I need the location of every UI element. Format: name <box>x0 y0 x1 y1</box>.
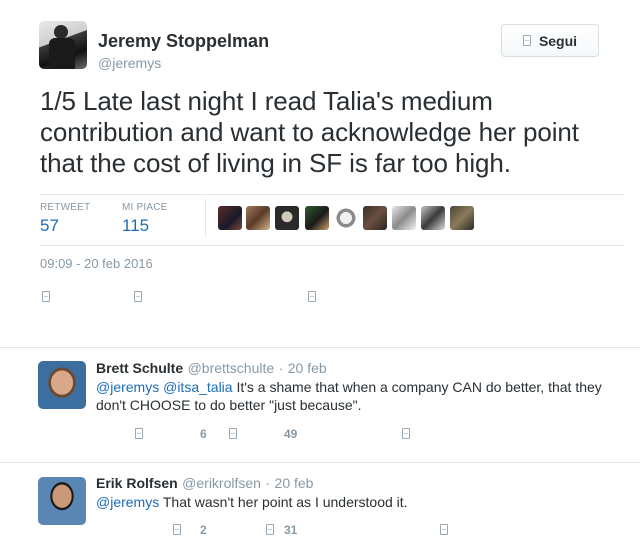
reply-text: That wasn't her point as I understood it… <box>162 494 408 510</box>
reply-dot: · <box>265 475 271 491</box>
reply-author-handle[interactable]: @brettschulte <box>188 360 275 376</box>
reply-header: Erik Rolfsen @erikrolfsen · 20 feb <box>96 475 313 493</box>
like-icon[interactable] <box>402 428 411 439</box>
retweet-stat-label: RETWEET <box>40 202 91 213</box>
liker-avatar-icon[interactable] <box>450 206 474 230</box>
follow-button[interactable]: Segui <box>501 24 599 57</box>
retweet-icon[interactable] <box>228 428 237 439</box>
liker-avatar-icon[interactable] <box>305 206 329 230</box>
tweet-text: 1/5 Late last night I read Talia's mediu… <box>40 86 579 178</box>
reply-separator <box>0 347 640 348</box>
likes-stat-label: MI PIACE <box>122 202 168 213</box>
reply-date[interactable]: 20 feb <box>288 360 327 376</box>
reply-icon[interactable] <box>172 524 181 535</box>
avatar-figure-head <box>54 25 68 39</box>
reply-author-handle[interactable]: @erikrolfsen <box>182 475 261 491</box>
like-count: 49 <box>284 427 298 441</box>
likes-stat-count[interactable]: 115 <box>122 216 149 236</box>
retweet-icon[interactable] <box>134 291 143 302</box>
liker-avatar-icon[interactable] <box>218 206 242 230</box>
reply-icon[interactable] <box>135 428 144 439</box>
avatar-figure-body <box>49 38 75 69</box>
reply-dot: · <box>278 360 284 376</box>
reply-author-name[interactable]: Brett Schulte <box>96 360 183 376</box>
author-handle[interactable]: @jeremys <box>98 55 161 71</box>
reply-mention[interactable]: @itsa_talia <box>163 379 232 395</box>
like-icon[interactable] <box>439 524 448 535</box>
follow-user-icon <box>522 35 531 46</box>
retweet-count: 6 <box>200 427 207 441</box>
liker-avatar-icon[interactable] <box>392 206 416 230</box>
reply-text-block: @jeremys @itsa_talia It's a shame that w… <box>96 378 606 414</box>
liker-avatar-icon[interactable] <box>363 206 387 230</box>
reply-mention[interactable]: @jeremys <box>96 379 159 395</box>
reply-author-avatar[interactable] <box>38 477 86 525</box>
liker-avatar-icon[interactable] <box>334 206 358 230</box>
like-count: 31 <box>284 523 298 537</box>
tweet-timestamp[interactable]: 09:09 - 20 feb 2016 <box>40 256 153 271</box>
liker-avatar-icon[interactable] <box>421 206 445 230</box>
stats-divider <box>205 199 206 237</box>
liker-avatar-icon[interactable] <box>246 206 270 230</box>
follow-button-label: Segui <box>538 32 578 49</box>
reply-icon[interactable] <box>42 291 50 302</box>
reply-text-block: @jeremys That wasn't her point as I unde… <box>96 493 606 511</box>
retweet-count: 2 <box>200 523 207 537</box>
reply-author-name[interactable]: Erik Rolfsen <box>96 475 178 491</box>
author-name[interactable]: Jeremy Stoppelman <box>98 31 269 52</box>
reply-date[interactable]: 20 feb <box>275 475 314 491</box>
retweet-stat-count[interactable]: 57 <box>40 216 59 236</box>
reply-author-avatar[interactable] <box>38 361 86 409</box>
retweet-icon[interactable] <box>266 524 275 535</box>
reply-mention[interactable]: @jeremys <box>96 494 159 510</box>
liker-avatar-icon[interactable] <box>275 206 299 230</box>
author-avatar[interactable] <box>39 21 87 69</box>
reply-header: Brett Schulte @brettschulte · 20 feb <box>96 360 327 378</box>
reply-separator <box>0 462 640 463</box>
like-icon[interactable] <box>307 291 316 302</box>
